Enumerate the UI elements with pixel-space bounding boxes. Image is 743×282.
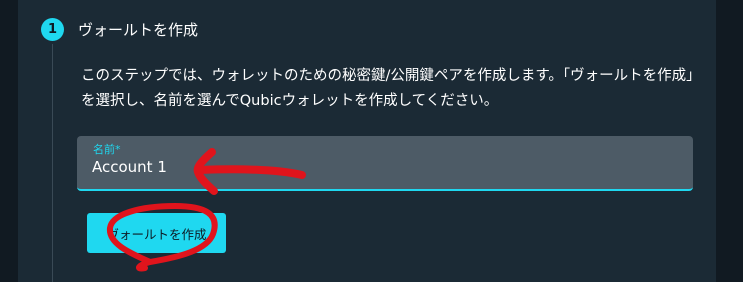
step-description: このステップでは、ウォレットのための秘密鍵/公開鍵ペアを作成します。「ヴォールト… [81,68,701,109]
name-field[interactable]: 名前* [77,136,693,191]
page-background: 1 ヴォールトを作成 このステップでは、ウォレットのための秘密鍵/公開鍵ペアを作… [0,0,743,282]
step-header: 1 ヴォールトを作成 [41,18,198,41]
name-input[interactable] [92,158,672,176]
step-connector-line [52,44,53,282]
step-title: ヴォールトを作成 [78,21,199,39]
step-number-badge: 1 [41,18,64,41]
create-vault-button[interactable]: ヴォールトを作成 [87,213,226,253]
name-field-label: 名前* [93,143,121,156]
step-panel: 1 ヴォールトを作成 このステップでは、ウォレットのための秘密鍵/公開鍵ペアを作… [18,0,716,282]
